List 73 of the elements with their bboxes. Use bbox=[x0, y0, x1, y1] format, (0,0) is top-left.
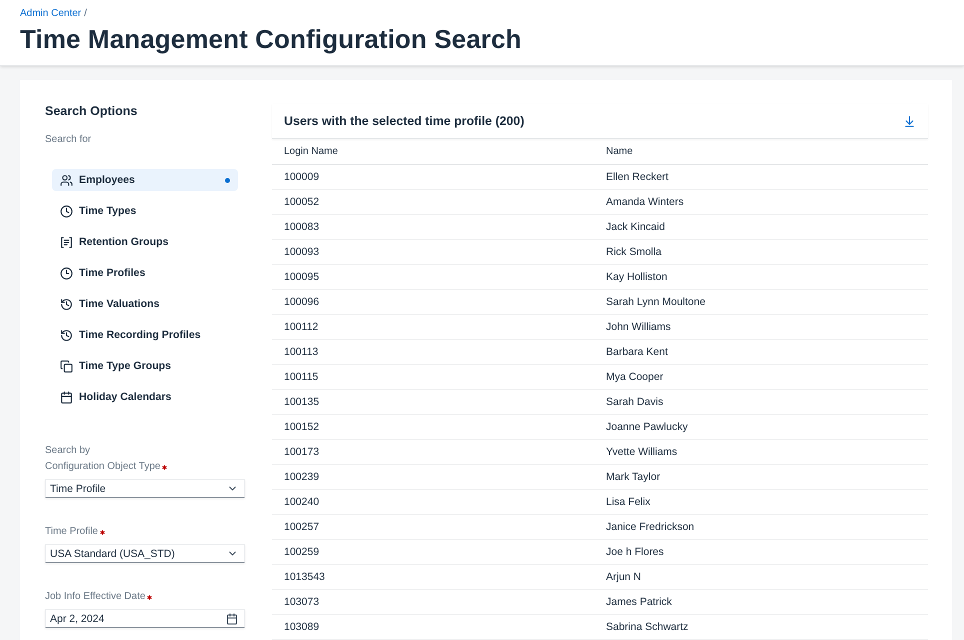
search-option-item[interactable]: Holiday Calendars bbox=[52, 386, 238, 408]
table-cell: Yvette Williams bbox=[594, 439, 928, 464]
table-cell: Mya Cooper bbox=[594, 364, 928, 389]
table-cell: 100173 bbox=[272, 439, 594, 464]
table-cell: Kay Holliston bbox=[594, 264, 928, 289]
table-cell: Joanne Pawlucky bbox=[594, 414, 928, 439]
panel-title: Search Options bbox=[45, 104, 138, 118]
search-option-item[interactable]: Time Type Groups bbox=[52, 355, 238, 377]
clock-icon bbox=[60, 266, 73, 280]
column-header[interactable]: Name bbox=[594, 139, 928, 164]
clock-arrow-icon bbox=[60, 298, 73, 310]
calendar-icon bbox=[226, 612, 238, 624]
select-field[interactable]: Time Profile bbox=[45, 479, 245, 498]
table-cell: Rick Smolla bbox=[594, 239, 928, 264]
date-field[interactable]: Apr 2, 2024 bbox=[45, 609, 245, 628]
search-option-item[interactable]: Time Types bbox=[52, 200, 238, 222]
search-option-item[interactable]: Retention Groups bbox=[52, 231, 238, 253]
calendar-icon bbox=[60, 390, 73, 404]
table-cell: 100096 bbox=[272, 289, 594, 314]
table-cell: Arjun N bbox=[594, 564, 928, 589]
table-cell: 100052 bbox=[272, 189, 594, 214]
table-cell: James Patrick bbox=[594, 589, 928, 614]
documents-icon bbox=[60, 360, 73, 372]
selected-dot-icon bbox=[225, 178, 230, 182]
table-cell: Amanda Winters bbox=[594, 189, 928, 214]
table-cell: 100093 bbox=[272, 239, 594, 264]
clock-arrow-icon bbox=[60, 328, 73, 342]
page-title: Time Management Configuration Search bbox=[20, 24, 523, 54]
table-cell: Joe h Flores bbox=[594, 539, 928, 564]
table-cell: 100113 bbox=[272, 339, 594, 364]
bracketed-list-icon bbox=[60, 236, 73, 248]
table-cell: 100240 bbox=[272, 489, 594, 514]
section-label: Search for bbox=[45, 134, 92, 146]
table-cell: 100135 bbox=[272, 389, 594, 414]
table-cell: Jack Kincaid bbox=[594, 214, 928, 239]
field-label: Job Info Effective Date bbox=[45, 590, 146, 604]
table-cell: 100083 bbox=[272, 214, 594, 239]
table-cell: 100259 bbox=[272, 539, 594, 564]
table-cell: 100112 bbox=[272, 314, 594, 339]
search-option-item[interactable]: Time Profiles bbox=[52, 262, 238, 284]
breadcrumb-link[interactable]: Admin Center bbox=[20, 8, 82, 20]
column-header[interactable]: Login Name bbox=[272, 139, 594, 164]
search-option-item[interactable]: Time Valuations bbox=[52, 293, 238, 315]
table-cell: 100257 bbox=[272, 514, 594, 539]
people-icon bbox=[60, 174, 73, 186]
table-cell: Sabrina Schwartz bbox=[594, 614, 928, 639]
table-title: Users with the selected time profile (200) bbox=[284, 114, 524, 128]
table-cell: Sarah Davis bbox=[594, 389, 928, 414]
table-cell: 100152 bbox=[272, 414, 594, 439]
table-cell: Barbara Kent bbox=[594, 339, 928, 364]
table-cell: 100239 bbox=[272, 464, 594, 489]
table-cell: 100095 bbox=[272, 264, 594, 289]
search-option-item[interactable]: Time Recording Profiles bbox=[52, 324, 238, 346]
table-cell: Mark Taylor bbox=[594, 464, 928, 489]
table-cell: Lisa Felix bbox=[594, 489, 928, 514]
search-option-item[interactable]: Employees bbox=[52, 169, 238, 191]
table-cell: John Williams bbox=[594, 314, 928, 339]
table-cell: 100115 bbox=[272, 364, 594, 389]
field-label: Time Profile bbox=[45, 525, 98, 539]
breadcrumb-separator: / bbox=[84, 8, 87, 20]
download-icon bbox=[902, 114, 916, 128]
table-cell: 1013543 bbox=[272, 564, 594, 589]
table-cell: 100009 bbox=[272, 164, 594, 189]
select-field[interactable]: USA Standard (USA_STD) bbox=[45, 544, 245, 563]
table-cell: Sarah Lynn Moultone bbox=[594, 289, 928, 314]
field-label: Search by bbox=[45, 444, 90, 458]
field-label: Configuration Object Type bbox=[45, 460, 160, 474]
table-cell: 103089 bbox=[272, 614, 594, 639]
clock-icon bbox=[60, 204, 73, 218]
table-cell: 103073 bbox=[272, 589, 594, 614]
table-cell: Janice Fredrickson bbox=[594, 514, 928, 539]
download-button[interactable] bbox=[902, 114, 916, 128]
table-cell: Ellen Reckert bbox=[594, 164, 928, 189]
